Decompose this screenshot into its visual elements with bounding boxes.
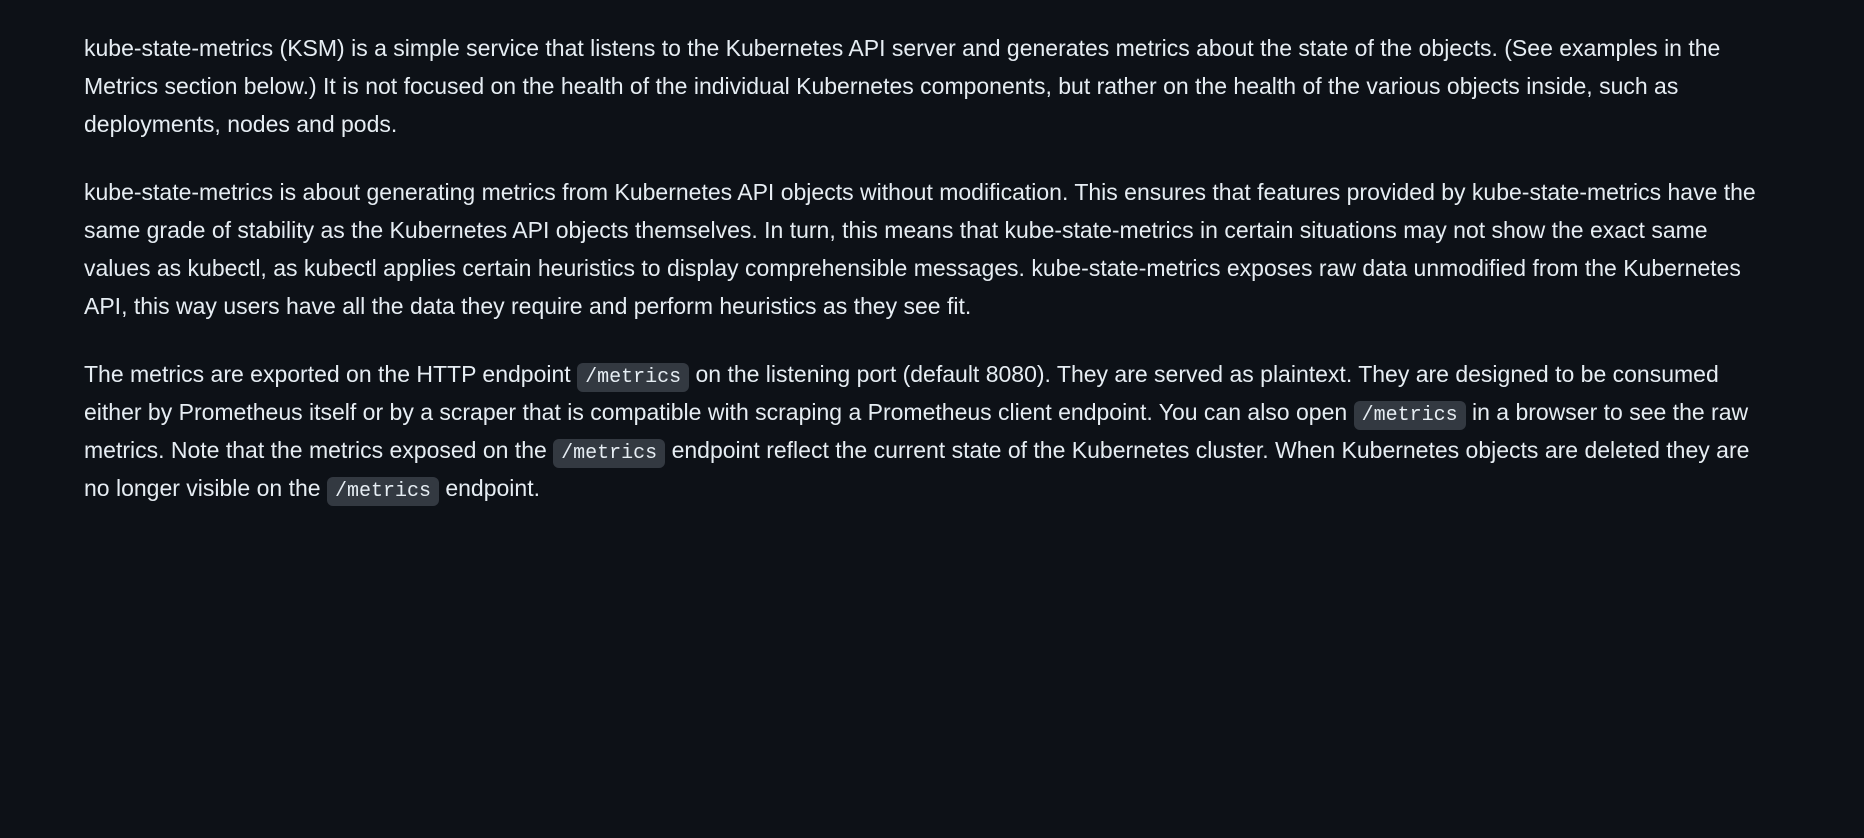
paragraph-metrics-endpoint: The metrics are exported on the HTTP end… [84, 356, 1780, 508]
code-metrics-endpoint: /metrics [1354, 401, 1466, 430]
paragraph-intro: kube-state-metrics (KSM) is a simple ser… [84, 30, 1780, 144]
code-metrics-endpoint: /metrics [577, 363, 689, 392]
paragraph-stability: kube-state-metrics is about generating m… [84, 174, 1780, 326]
code-metrics-endpoint: /metrics [327, 477, 439, 506]
text-segment: The metrics are exported on the HTTP end… [84, 361, 577, 387]
code-metrics-endpoint: /metrics [553, 439, 665, 468]
text-segment: endpoint. [439, 475, 540, 501]
